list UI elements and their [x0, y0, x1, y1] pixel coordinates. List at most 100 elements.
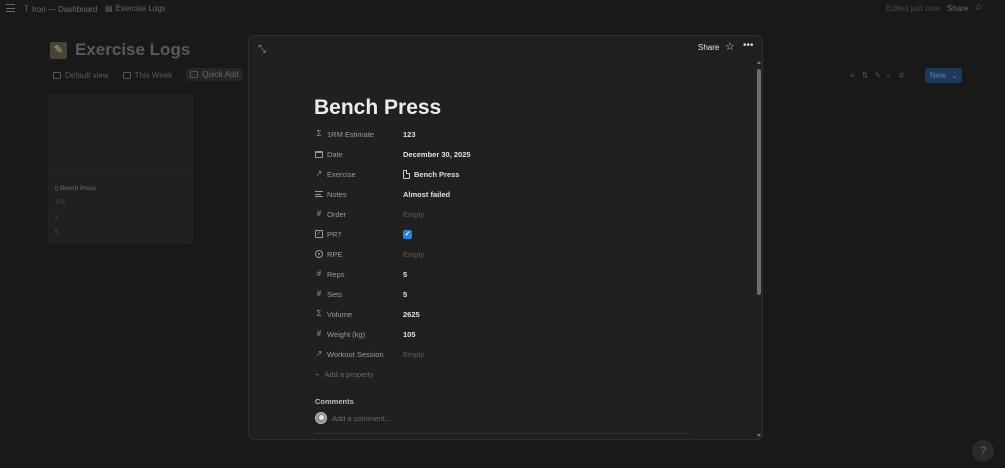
sidebar-menu-icon[interactable] [6, 4, 15, 12]
tab-quick-add[interactable]: Quick Add [186, 68, 243, 81]
property-value[interactable]: Empty [403, 210, 424, 219]
property-pr[interactable]: ✓ PR? ✓ [315, 226, 695, 242]
card-value: 105 [55, 200, 66, 206]
property-name: Order [327, 209, 347, 219]
property-value[interactable]: Almost failed [403, 190, 450, 199]
new-button[interactable]: New ⌄ [925, 68, 962, 83]
property-1rm-estimate[interactable]: Σ 1RM Estimate 123 [315, 126, 695, 142]
relation-page-title[interactable]: Bench Press [414, 170, 459, 179]
settings-icon[interactable]: ⚟ [898, 71, 905, 81]
property-name: PR? [327, 229, 342, 239]
hash-icon: # [316, 209, 322, 218]
chevron-down-icon[interactable]: ⌄ [951, 68, 958, 83]
property-name: Weight (kg) [327, 329, 366, 339]
property-rpe[interactable]: RPE Empty [315, 246, 695, 262]
property-name: Reps [327, 269, 345, 279]
property-value: ✓ [403, 229, 412, 239]
breadcrumb-label: Iron — Dashboard [31, 4, 98, 14]
property-volume[interactable]: Σ Volume 2625 [315, 306, 695, 322]
lift-icon: Ⲧ [24, 4, 29, 13]
edited-status: Edited just now [886, 4, 941, 13]
select-circle-icon [315, 249, 323, 259]
database-title: ✎ Exercise Logs [50, 40, 190, 60]
property-value-relation[interactable]: Bench Press [403, 169, 459, 179]
comment-input[interactable]: Add a comment... [332, 414, 391, 423]
property-value[interactable]: 123 [403, 130, 416, 139]
breadcrumb-label: Exercise Logs [115, 4, 166, 13]
tab-label: Default view [65, 71, 109, 80]
property-value[interactable]: Empty [403, 250, 424, 259]
property-name: 1RM Estimate [327, 129, 375, 139]
scroll-thumb[interactable] [757, 69, 761, 295]
property-order[interactable]: # Order Empty [315, 206, 695, 222]
scroll-up-icon[interactable] [757, 61, 761, 64]
pr-checkbox[interactable]: ✓ [403, 229, 412, 239]
property-notes[interactable]: Notes Almost failed [315, 186, 695, 202]
hash-icon: # [316, 269, 322, 278]
table-icon [122, 72, 131, 79]
property-sets[interactable]: # Sets 5 [315, 286, 695, 302]
share-button[interactable]: Share [947, 4, 968, 13]
filter-icon[interactable]: ≡ [850, 71, 855, 81]
more-options-icon[interactable]: ••• [743, 40, 754, 51]
hash-icon: # [316, 329, 322, 338]
property-name: Workout Session [327, 349, 384, 359]
comments-heading: Comments [315, 397, 354, 406]
notebook-icon: ✎ [50, 41, 67, 59]
modal-share-button[interactable]: Share [698, 43, 719, 52]
property-name: Exercise [327, 169, 356, 179]
tab-default-view[interactable]: Default view [53, 70, 109, 81]
automation-icon[interactable]: ϟ [875, 71, 879, 81]
relation-arrow-icon: ↗ [315, 349, 323, 358]
calendar-icon [315, 149, 323, 159]
card-value: 5 [55, 215, 59, 221]
property-reps[interactable]: # Reps 5 [315, 266, 695, 282]
property-value[interactable]: Empty [403, 350, 424, 359]
page-icon: ▤ [105, 4, 113, 13]
gallery-card[interactable]: ▯ Bench Press 105 5 5 [48, 94, 194, 244]
card-cover [48, 94, 194, 176]
property-value[interactable]: 5 [403, 270, 407, 279]
view-tabs: Default view This Week Quick Add [53, 68, 243, 81]
card-title-text: Bench Press [59, 186, 97, 192]
property-value[interactable]: December 30, 2025 [403, 150, 471, 159]
help-button[interactable]: ? [972, 440, 994, 462]
property-weight[interactable]: # Weight (kg) 105 [315, 326, 695, 342]
property-value[interactable]: 105 [403, 330, 416, 339]
avatar [315, 412, 327, 424]
expand-icon[interactable]: ⤡ [258, 44, 266, 55]
hash-icon: # [316, 289, 322, 298]
tab-this-week[interactable]: This Week [122, 70, 172, 81]
property-exercise[interactable]: ↗ Exercise Bench Press [315, 166, 695, 182]
property-name: Notes [327, 189, 347, 199]
property-value[interactable]: 2625 [403, 310, 420, 319]
property-name: Volume [327, 309, 353, 319]
scroll-down-icon[interactable] [757, 434, 761, 437]
relation-arrow-icon: ↗ [315, 169, 323, 178]
search-icon[interactable]: ⌕ [887, 71, 891, 81]
card-value: 5 [55, 230, 59, 236]
scrollbar[interactable] [757, 61, 762, 437]
property-date[interactable]: Date December 30, 2025 [315, 146, 695, 162]
divider [315, 433, 689, 434]
add-property-label: Add a property [324, 370, 374, 379]
page-peek-modal: ⤡ Share ☆ ••• Bench Press Σ 1RM Estimate… [248, 35, 763, 440]
page-icon [403, 169, 410, 179]
property-workout-session[interactable]: ↗ Workout Session Empty [315, 346, 695, 362]
sort-icon[interactable]: ⇅ [862, 71, 869, 81]
add-property-button[interactable]: + Add a property [315, 370, 374, 379]
favorite-star-icon[interactable]: ☆ [974, 2, 983, 13]
property-value[interactable]: 5 [403, 290, 407, 299]
new-button-label: New [930, 71, 947, 80]
breadcrumb-dashboard[interactable]: Ⲧ Iron — Dashboard [24, 4, 97, 14]
breadcrumb-exercise-logs[interactable]: ▤ Exercise Logs [105, 4, 166, 13]
property-name: Sets [327, 289, 343, 299]
checkbox-icon: ✓ [315, 230, 323, 238]
page-title[interactable]: Bench Press [314, 96, 441, 120]
table-icon [53, 72, 61, 79]
card-title: ▯ Bench Press [55, 186, 97, 192]
favorite-star-icon[interactable]: ☆ [725, 40, 735, 53]
sigma-icon: Σ [316, 309, 322, 318]
plus-icon: + [315, 370, 320, 379]
text-lines-icon [315, 189, 323, 199]
